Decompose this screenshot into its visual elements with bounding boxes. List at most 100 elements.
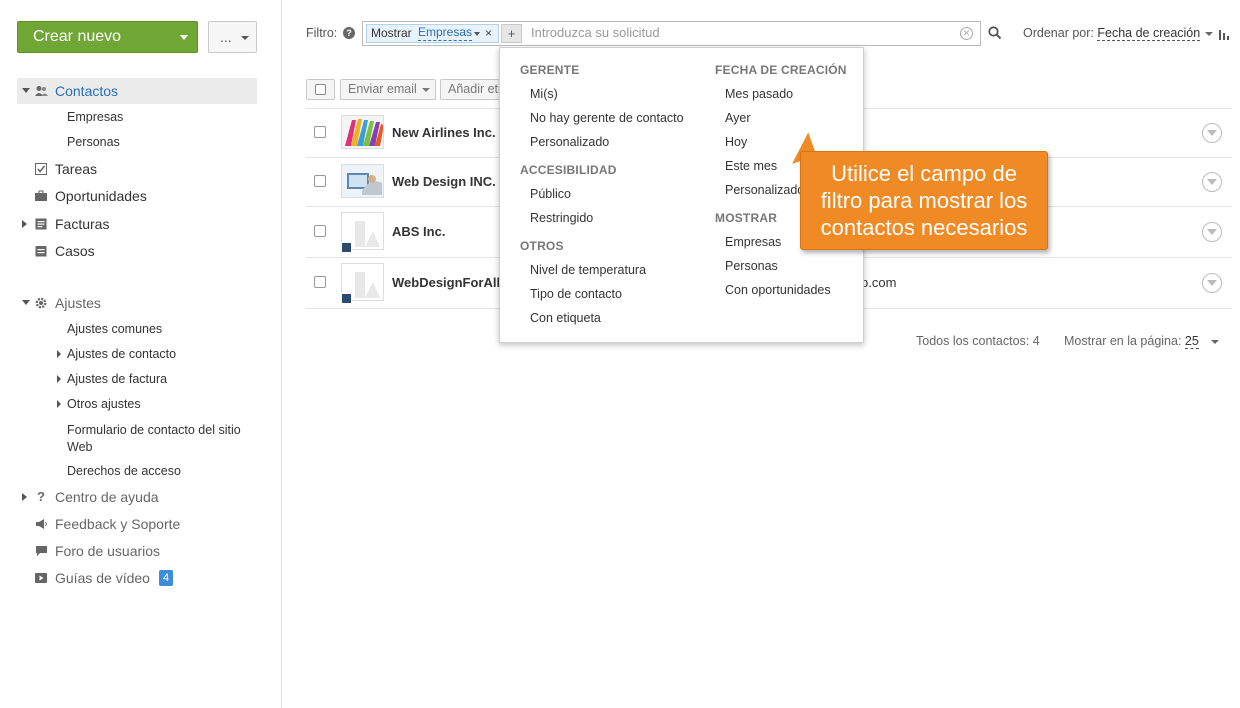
search-icon[interactable] (988, 26, 1002, 40)
more-actions-label: ... (220, 29, 232, 45)
chevron-down-icon[interactable] (1205, 32, 1213, 36)
row-menu-icon[interactable] (1202, 123, 1222, 143)
menu-item[interactable]: Público (530, 187, 571, 201)
per-page-control[interactable]: Mostrar en la página: 25 (1064, 334, 1199, 349)
sidebar-item-ajustes-contacto[interactable]: Ajustes de contacto (67, 347, 176, 361)
company-logo-image[interactable] (341, 115, 384, 149)
menu-item[interactable]: Restringido (530, 211, 593, 225)
sort-value[interactable]: Fecha de creación (1097, 26, 1201, 41)
menu-section-gerente: GERENTE (520, 63, 580, 77)
expand-arrow-icon[interactable] (22, 493, 27, 501)
chevron-down-icon[interactable] (474, 32, 480, 36)
callout-line: contactos necesarios (820, 215, 1028, 240)
row-menu-icon[interactable] (1202, 273, 1222, 293)
menu-item[interactable]: Con oportunidades (725, 283, 831, 297)
expand-arrow-icon[interactable] (22, 88, 30, 93)
row-name[interactable]: Web Design INC. (392, 174, 496, 189)
sidebar-item-empresas[interactable]: Empresas (67, 110, 123, 124)
menu-item[interactable]: No hay gerente de contacto (530, 111, 684, 125)
menu-item[interactable]: Personalizado (530, 135, 609, 149)
send-email-label: Enviar email (348, 82, 417, 96)
add-filter-button[interactable]: + (501, 24, 522, 43)
expand-arrow-icon[interactable] (22, 220, 27, 228)
sidebar-item-ajustes-factura[interactable]: Ajustes de factura (67, 372, 167, 386)
row-email[interactable]: p.com (861, 275, 896, 290)
sidebar-item-label: Casos (55, 243, 95, 259)
company-logo-image[interactable] (341, 164, 384, 198)
menu-item[interactable]: Con etiqueta (530, 311, 601, 325)
close-icon[interactable]: × (485, 25, 492, 42)
menu-item[interactable]: Ayer (725, 111, 750, 125)
sort-control[interactable]: Ordenar por: Fecha de creación (1023, 26, 1201, 41)
menu-section-mostrar: MOSTRAR (715, 211, 778, 225)
row-checkbox[interactable] (314, 175, 326, 187)
filter-chip-value[interactable]: Empresas (418, 25, 473, 41)
count-badge: 4 (159, 570, 174, 586)
sidebar-item-label: Centro de ayuda (55, 489, 159, 505)
menu-section-otros: OTROS (520, 239, 564, 253)
sidebar-item-label: Oportunidades (55, 188, 147, 204)
menu-item[interactable]: Personas (725, 259, 778, 273)
filter-search-input[interactable]: Introduzca su solicitud (531, 25, 660, 40)
filter-input-box[interactable]: Mostrar Empresas × + Introduzca su solic… (362, 21, 981, 46)
sidebar-item-ajustes-comunes[interactable]: Ajustes comunes (67, 322, 162, 336)
expand-arrow-icon[interactable] (57, 375, 61, 383)
menu-section-accesibilidad: ACCESIBILIDAD (520, 163, 617, 177)
tooltip-callout: Utilice el campo de filtro para mostrar … (800, 151, 1048, 250)
sidebar-item-label: Ajustes (55, 295, 101, 311)
gear-icon (35, 297, 47, 309)
sidebar-item-personas[interactable]: Personas (67, 135, 120, 149)
sidebar-item-label: Facturas (55, 216, 110, 232)
company-type-icon (341, 293, 352, 304)
menu-item[interactable]: Tipo de contacto (530, 287, 622, 301)
sidebar: Crear nuevo ... Contactos Empresas Perso… (0, 0, 282, 708)
menu-item[interactable]: Mes pasado (725, 87, 793, 101)
chat-bubble-icon (35, 545, 47, 557)
callout-line: filtro para mostrar los (820, 188, 1028, 213)
sidebar-item-guias[interactable]: Guías de vídeo 4 (17, 565, 217, 591)
video-icon (35, 572, 47, 584)
send-email-button[interactable]: Enviar email (340, 79, 436, 100)
select-all-button[interactable] (306, 79, 335, 100)
create-new-button[interactable]: Crear nuevo (17, 21, 198, 53)
expand-arrow-icon[interactable] (57, 350, 61, 358)
per-page-label: Mostrar en la página: (1064, 334, 1182, 348)
menu-item[interactable]: Hoy (725, 135, 747, 149)
row-name[interactable]: New Airlines Inc. (392, 125, 496, 140)
filter-chip[interactable]: Mostrar Empresas × (366, 24, 499, 43)
filter-label: Filtro: (306, 26, 338, 40)
row-name[interactable]: WebDesignForAll (392, 275, 500, 290)
total-contacts-count: Todos los contactos: 4 (916, 334, 1040, 348)
help-icon[interactable]: ? (343, 27, 355, 39)
question-icon: ? (37, 489, 45, 504)
sidebar-item-label: Guías de vídeo (55, 570, 150, 586)
menu-item[interactable]: Mi(s) (530, 87, 558, 101)
clear-icon[interactable]: ✕ (960, 27, 973, 40)
tasks-icon (35, 163, 47, 175)
row-name[interactable]: ABS Inc. (392, 224, 445, 239)
menu-item[interactable]: Nivel de temperatura (530, 263, 646, 277)
select-all-checkbox[interactable] (315, 84, 326, 95)
sidebar-item-formulario[interactable]: Formulario de contacto del sitio Web (67, 422, 241, 456)
row-checkbox[interactable] (314, 126, 326, 138)
expand-arrow-icon[interactable] (57, 400, 61, 408)
row-checkbox[interactable] (314, 276, 326, 288)
chevron-down-icon (241, 36, 249, 40)
sidebar-item-otros-ajustes[interactable]: Otros ajustes (67, 397, 141, 411)
menu-item[interactable]: Este mes (725, 159, 777, 173)
expand-arrow-icon[interactable] (22, 300, 30, 305)
row-menu-icon[interactable] (1202, 172, 1222, 192)
row-menu-icon[interactable] (1202, 222, 1222, 242)
more-actions-button[interactable]: ... (208, 21, 257, 53)
add-tag-button[interactable]: Añadir etiqueta (440, 79, 500, 100)
sidebar-item-label: Feedback y Soporte (55, 516, 181, 532)
menu-item[interactable]: Empresas (725, 235, 781, 249)
menu-item[interactable]: Personalizado (725, 183, 804, 197)
chevron-down-icon[interactable] (1211, 340, 1219, 344)
sidebar-item-derechos[interactable]: Derechos de acceso (67, 464, 181, 478)
per-page-value[interactable]: 25 (1184, 334, 1199, 349)
sidebar-item-label: Contactos (55, 83, 119, 99)
sidebar-item-contactos[interactable]: Contactos (17, 78, 257, 104)
sort-order-icon[interactable] (1219, 28, 1231, 40)
row-checkbox[interactable] (314, 225, 326, 237)
